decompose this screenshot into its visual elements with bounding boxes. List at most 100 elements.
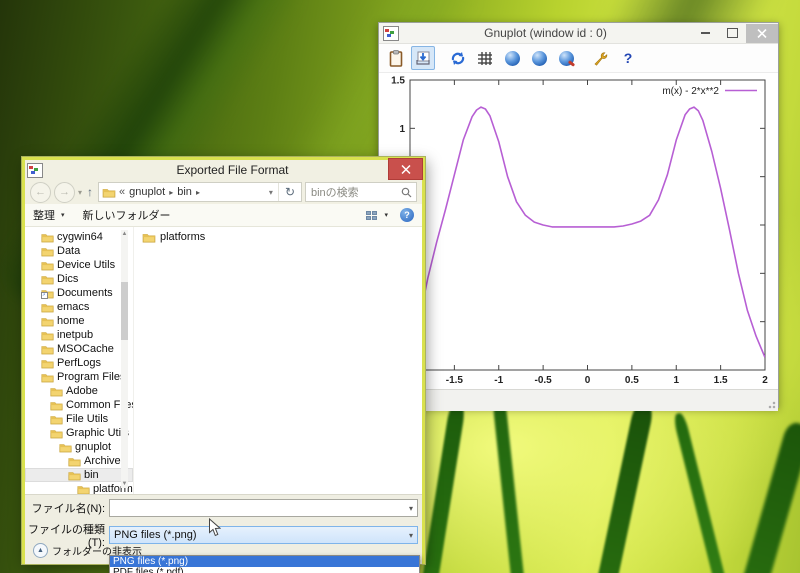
tree-item[interactable]: bin	[25, 468, 133, 482]
breadcrumb-prefix: «	[119, 186, 125, 198]
svg-text:m(x) - 2*x**2: m(x) - 2*x**2	[662, 86, 719, 97]
file-list-item[interactable]: platforms	[142, 231, 422, 243]
tree-item[interactable]: emacs	[25, 300, 133, 314]
chevron-down-icon[interactable]: ▾	[409, 531, 417, 540]
tree-scrollbar[interactable]: ▲ ▼	[121, 230, 128, 488]
svg-text:-1: -1	[494, 375, 503, 386]
grass-blade	[733, 420, 800, 573]
filetype-option[interactable]: PNG files (*.png)	[110, 556, 419, 567]
svg-text:-0.5: -0.5	[535, 375, 553, 386]
nav-history-chevron-icon[interactable]: ▾	[78, 188, 82, 197]
tree-item[interactable]: MSOCache	[25, 342, 133, 356]
search-icon	[401, 187, 412, 198]
gnuplot-toolbar: ?	[379, 44, 778, 73]
tree-item[interactable]: Graphic Utils	[25, 426, 133, 440]
tree-item[interactable]: Device Utils	[25, 258, 133, 272]
dialog-titlebar[interactable]: Exported File Format	[25, 160, 422, 180]
filetype-dropdown-list: PNG files (*.png)PDF files (*.pdf)SVG fi…	[109, 555, 420, 573]
svg-text:1: 1	[673, 375, 679, 386]
filetype-option[interactable]: PDF files (*.pdf)	[110, 567, 419, 573]
folder-icon	[102, 187, 116, 198]
filetype-value: PNG files (*.png)	[114, 529, 197, 541]
plot-area[interactable]: -2-1.5-1-0.500.511.52-1.5-1-0.500.511.5m…	[379, 73, 778, 389]
dialog-title: Exported File Format	[43, 163, 422, 177]
tree-item[interactable]: File Utils	[25, 412, 133, 426]
breadcrumb-separator-icon: ▸	[169, 188, 173, 197]
new-folder-button[interactable]: 新しいフォルダー	[83, 207, 171, 223]
dialog-help-icon[interactable]: ?	[400, 208, 414, 222]
breadcrumb[interactable]: « gnuplot▸bin▸ ▾ ↻	[98, 182, 302, 202]
tree-item[interactable]: Adobe	[25, 384, 133, 398]
breadcrumb-parts: gnuplot▸bin▸	[129, 186, 204, 198]
resize-grip[interactable]	[766, 399, 776, 409]
view-options-chevron-icon[interactable]: ▾	[384, 211, 388, 219]
scrollbar-thumb[interactable]	[121, 282, 128, 340]
svg-text:1.5: 1.5	[391, 76, 405, 87]
gnuplot-window: Gnuplot (window id : 0)	[378, 22, 779, 408]
settings-icon[interactable]	[589, 46, 613, 70]
up-folder-icon[interactable]: ↑	[87, 185, 93, 199]
minimize-button[interactable]	[692, 24, 719, 43]
folder-tree: cygwin64DataDevice UtilsDics↗Documentsem…	[25, 227, 133, 494]
grass-blade	[672, 412, 739, 573]
dialog-footer: ファイル名(N): ▾ ファイルの種類(T): PNG files (*.png…	[25, 494, 422, 564]
gnuplot-app-icon	[383, 26, 399, 41]
scroll-up-icon[interactable]: ▲	[121, 230, 128, 238]
clipboard-icon[interactable]	[384, 46, 408, 70]
search-input[interactable]: binの検索	[305, 182, 417, 202]
tree-item[interactable]: PerfLogs	[25, 356, 133, 370]
organize-chevron-icon[interactable]: ▾	[61, 211, 65, 219]
address-bar: ← → ▾ ↑ « gnuplot▸bin▸ ▾ ↻ binの検索	[25, 180, 422, 204]
tree-item[interactable]: Common Files	[25, 398, 133, 412]
forward-icon[interactable]: →	[54, 182, 75, 203]
tree-item[interactable]: ↗Documents	[25, 286, 133, 300]
refresh-address-icon[interactable]: ↻	[279, 185, 301, 199]
dialog-body: cygwin64DataDevice UtilsDics↗Documentsem…	[25, 227, 422, 494]
svg-text:0: 0	[585, 375, 591, 386]
zoom-reset-icon[interactable]	[554, 46, 578, 70]
scroll-down-icon[interactable]: ▼	[121, 480, 128, 488]
filetype-select[interactable]: PNG files (*.png) ▾	[109, 526, 418, 544]
svg-text:0.5: 0.5	[625, 375, 639, 386]
tree-item[interactable]: inetpub	[25, 328, 133, 342]
svg-text:2: 2	[762, 375, 768, 386]
gnuplot-statusbar: 60145	[379, 389, 778, 411]
close-icon	[757, 29, 767, 38]
refresh-icon[interactable]	[446, 46, 470, 70]
tree-item[interactable]: home	[25, 314, 133, 328]
svg-text:1.5: 1.5	[714, 375, 728, 386]
chevron-down-icon[interactable]: ▾	[409, 504, 417, 513]
export-image-icon[interactable]	[411, 46, 435, 70]
svg-text:1: 1	[399, 124, 405, 135]
search-placeholder: binの検索	[311, 184, 359, 200]
grid-icon[interactable]	[473, 46, 497, 70]
tree-item[interactable]: Program Files	[25, 370, 133, 384]
filename-label: ファイル名(N):	[25, 500, 105, 516]
tree-item[interactable]: cygwin64	[25, 230, 133, 244]
maximize-button[interactable]	[719, 24, 746, 43]
grass-blade	[492, 395, 531, 573]
dialog-app-icon	[27, 163, 43, 178]
back-icon[interactable]: ←	[30, 182, 51, 203]
dialog-close-button[interactable]	[388, 158, 423, 180]
filename-input[interactable]: ▾	[109, 499, 418, 517]
gnuplot-titlebar[interactable]: Gnuplot (window id : 0)	[379, 23, 778, 44]
zoom-next-icon[interactable]	[527, 46, 551, 70]
breadcrumb-part[interactable]: gnuplot	[129, 186, 165, 198]
organize-button[interactable]: 整理	[33, 207, 55, 223]
tree-item[interactable]: Dics	[25, 272, 133, 286]
desktop-background: Gnuplot (window id : 0)	[0, 0, 800, 573]
close-button[interactable]	[746, 24, 778, 43]
export-dialog: Exported File Format ← → ▾ ↑ « gnuplot ▸ b…	[22, 157, 425, 564]
help-icon[interactable]: ?	[616, 46, 640, 70]
breadcrumb-dropdown-icon[interactable]: ▾	[264, 183, 279, 201]
breadcrumb-part[interactable]: bin	[177, 186, 192, 198]
gnuplot-window-title: Gnuplot (window id : 0)	[399, 26, 692, 40]
tree-item[interactable]: Data	[25, 244, 133, 258]
tree-item[interactable]: platforms	[25, 482, 133, 494]
tree-item[interactable]: gnuplot	[25, 440, 133, 454]
view-options-icon[interactable]	[366, 211, 377, 220]
plot-svg: -2-1.5-1-0.500.511.52-1.5-1-0.500.511.5m…	[379, 73, 778, 389]
zoom-previous-icon[interactable]	[500, 46, 524, 70]
tree-item[interactable]: Archive	[25, 454, 133, 468]
